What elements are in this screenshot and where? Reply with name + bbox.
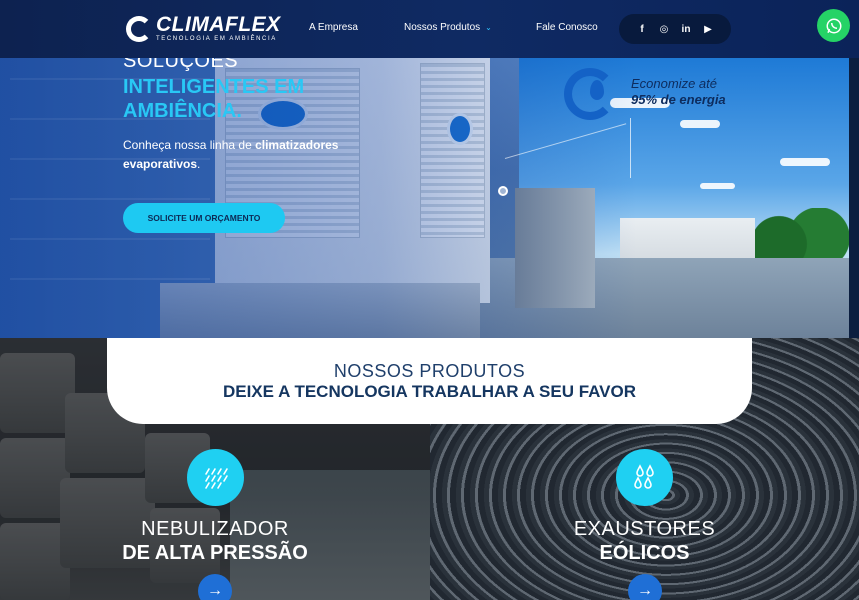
droplets-icon — [633, 463, 654, 489]
arrow-right-icon: → — [637, 582, 653, 599]
hotspot-pin[interactable] — [498, 186, 508, 196]
product-arrow-button[interactable]: → — [628, 574, 662, 600]
social-links: f ◎ in ▶ — [619, 14, 731, 44]
products-subtitle: DEIXE A TECNOLOGIA TRABALHAR A SEU FAVOR — [222, 382, 637, 401]
request-quote-button[interactable]: SOLICITE UM ORÇAMENTO — [123, 203, 285, 233]
energy-callout-line2: 95% de energia — [631, 92, 726, 107]
site-header: CLIMAFLEX TECNOLOGIA EM AMBIÊNCIA A Empr… — [0, 0, 859, 58]
product-name: EXAUSTORES — [573, 518, 716, 540]
logo-name: CLIMAFLEX — [156, 13, 281, 36]
facebook-icon[interactable]: f — [635, 24, 649, 35]
logo-tagline: TECNOLOGIA EM AMBIÊNCIA — [156, 36, 277, 42]
nav-fale-conosco[interactable]: Fale Conosco — [536, 22, 598, 33]
product-icon-circle — [187, 449, 244, 506]
logo[interactable]: CLIMAFLEX TECNOLOGIA EM AMBIÊNCIA — [126, 13, 281, 43]
nav-a-empresa[interactable]: A Empresa — [309, 22, 358, 33]
water-drop-icon — [590, 80, 604, 100]
product-name-bold: EÓLICOS — [599, 542, 690, 564]
chevron-down-icon: ⌄ — [485, 23, 492, 32]
product-icon-circle — [616, 449, 673, 506]
whatsapp-icon — [826, 18, 841, 33]
whatsapp-button[interactable] — [817, 9, 850, 42]
linkedin-icon[interactable]: in — [679, 24, 693, 35]
product-name: NEBULIZADOR — [141, 518, 289, 540]
hero-description: Conheça nossa linha de climatizadores ev… — [123, 138, 339, 171]
products-title: NOSSOS PRODUTOS — [333, 361, 526, 381]
logo-icon — [126, 16, 152, 42]
product-name-bold: DE ALTA PRESSÃO — [122, 542, 308, 564]
rain-icon — [204, 467, 228, 489]
hero-title-highlight: INTELIGENTES EM AMBIÊNCIA. — [123, 76, 305, 122]
callout-line — [630, 118, 631, 178]
nav-nossos-produtos[interactable]: Nossos Produtos ⌄ — [404, 22, 492, 33]
arrow-right-icon: → — [207, 582, 223, 599]
youtube-icon[interactable]: ▶ — [701, 24, 715, 35]
energy-callout-line1: Economize até — [631, 76, 717, 91]
product-arrow-button[interactable]: → — [198, 574, 232, 600]
products-header: NOSSOS PRODUTOS DEIXE A TECNOLOGIA TRABA… — [107, 338, 752, 424]
instagram-icon[interactable]: ◎ — [657, 24, 671, 35]
